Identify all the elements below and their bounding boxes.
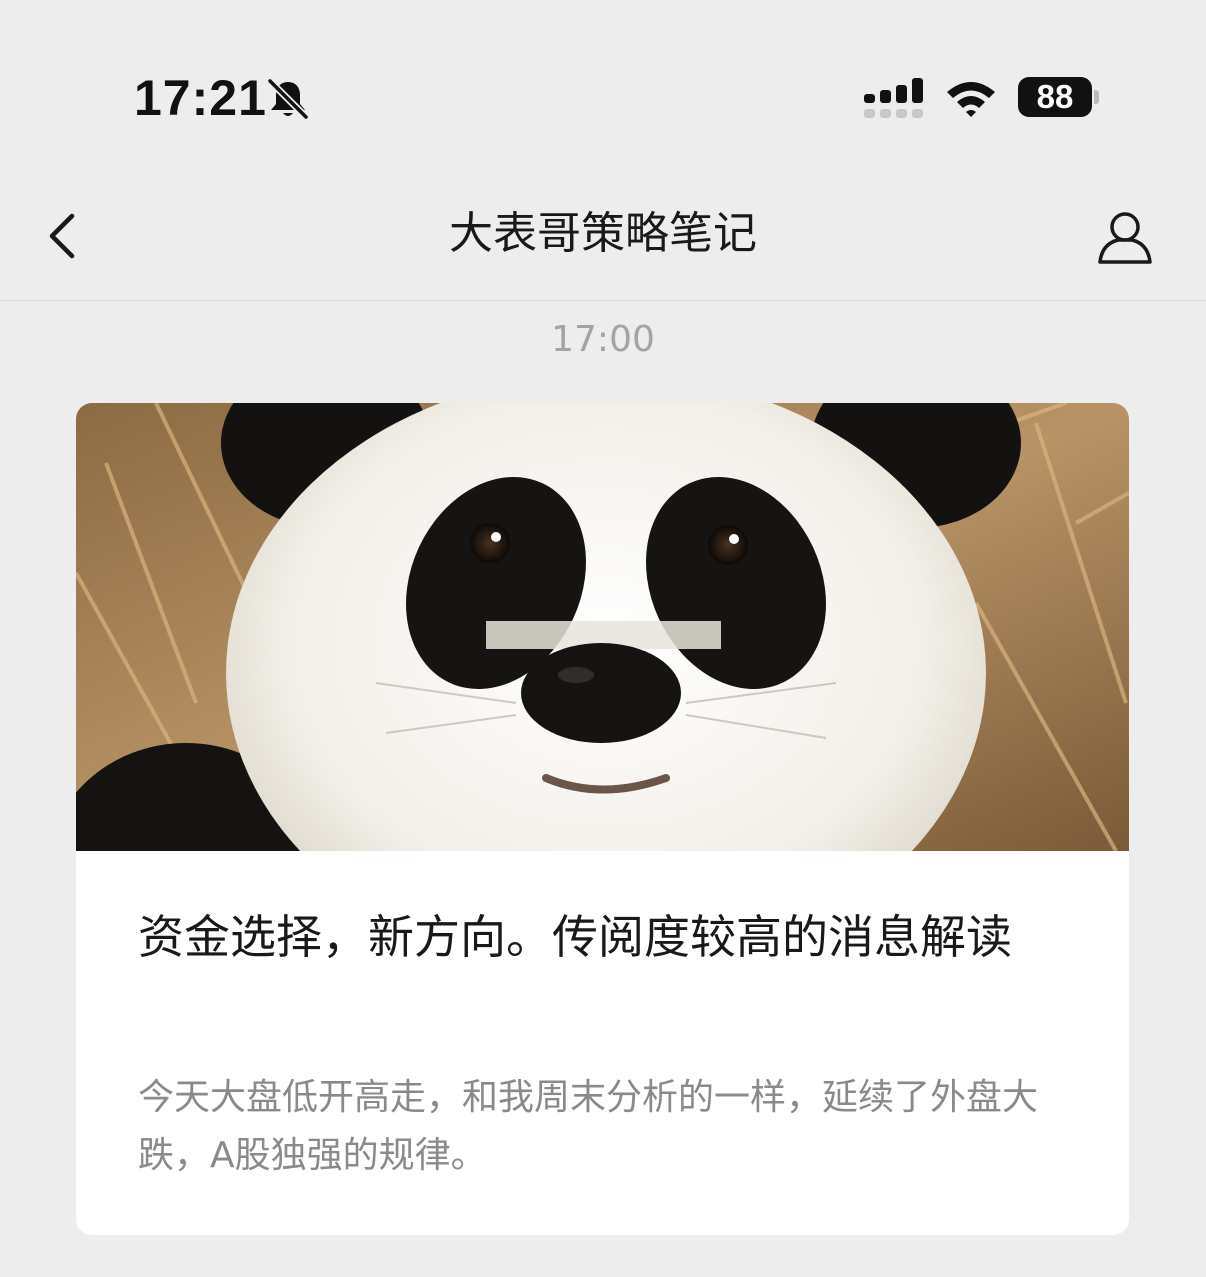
bell-off-icon <box>267 78 309 120</box>
article-card[interactable]: 资金选择，新方向。传阅度较高的消息解读 今天大盘低开高走，和我周末分析的一样，延… <box>76 403 1129 1235</box>
battery-cap <box>1094 90 1099 104</box>
wifi-icon <box>947 82 995 117</box>
article-cover-image <box>76 403 1129 851</box>
battery-icon: 88 <box>1018 77 1092 117</box>
screen: 17:21 88 大表哥策略笔记 17:00 资金选择，新方向。传阅度较高的消息… <box>0 0 1206 1277</box>
nav-bar: 大表哥策略笔记 <box>0 190 1206 301</box>
status-time: 17:21 <box>134 70 267 126</box>
article-title: 资金选择，新方向。传阅度较高的消息解读 <box>138 910 1012 964</box>
message-timestamp: 17:00 <box>551 319 655 360</box>
cellular-signal-icon <box>864 78 923 118</box>
person-icon[interactable] <box>1094 206 1156 268</box>
status-bar: 17:21 88 <box>0 0 1206 190</box>
article-summary: 今天大盘低开高走，和我周末分析的一样，延续了外盘大跌，A股独强的规律。 <box>138 1077 1039 1176</box>
page-title: 大表哥策略笔记 <box>449 208 757 259</box>
